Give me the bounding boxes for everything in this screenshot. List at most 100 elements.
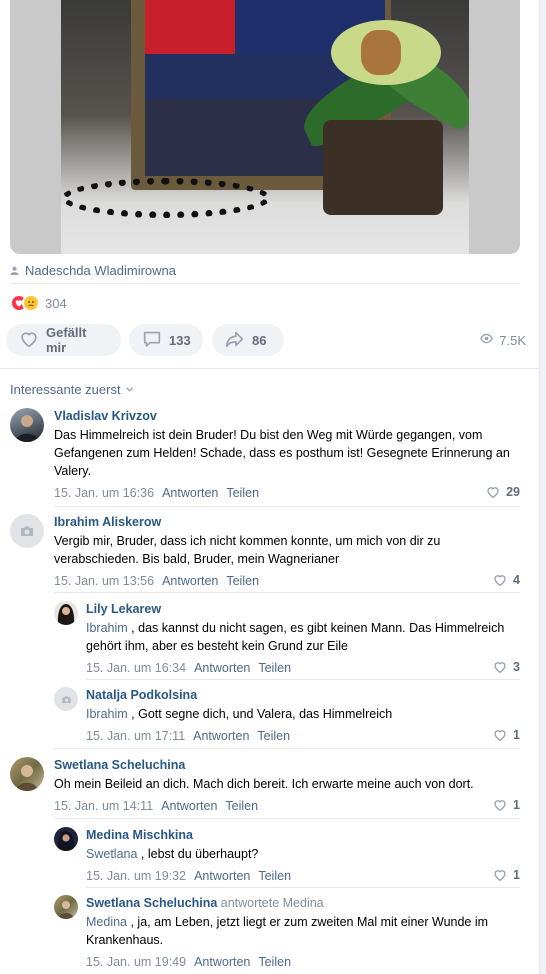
reactions-summary[interactable]: 304 [10, 294, 67, 312]
reply-button[interactable]: Antworten [193, 729, 249, 743]
like-button[interactable]: Gefällt mir [6, 324, 121, 356]
comment-icon [141, 328, 163, 353]
mention-link[interactable]: Swetlana [86, 847, 137, 861]
comment: Swetlana Scheluchina Oh mein Beileid an … [10, 757, 520, 813]
comment-date[interactable]: 15. Jan. um 16:34 [86, 661, 186, 675]
post-page: Nadeschda Wladimirowna 304 Gefällt mir 1… [0, 0, 540, 974]
comment-likes-count: 3 [513, 660, 520, 674]
camera-icon [61, 695, 71, 703]
reply-button[interactable]: Antworten [161, 799, 217, 813]
comment-text-body: , Gott segne dich, und Valera, das Himme… [131, 707, 393, 721]
camera-icon [21, 526, 33, 536]
post-author[interactable]: Nadeschda Wladimirowna [10, 262, 176, 278]
heart-icon [494, 662, 506, 674]
scrollbar[interactable] [540, 0, 546, 974]
views-count: 7.5K [499, 332, 526, 348]
comment-likes-count: 1 [513, 868, 520, 882]
heart-icon [18, 328, 40, 353]
replied-to-label[interactable]: antwortete Medina [221, 896, 324, 910]
divider [10, 283, 520, 284]
comment-like-button[interactable]: 4 [492, 572, 520, 588]
avatar[interactable] [54, 895, 78, 919]
comment-likes-count: 1 [513, 728, 520, 742]
comment-reply: Swetlana Scheluchina antwortete Medina M… [54, 895, 520, 969]
avatar[interactable] [10, 757, 44, 791]
comment-text-body: , ja, am Leben, jetzt liegt er zum zweit… [86, 915, 489, 947]
reply-button[interactable]: Antworten [162, 574, 218, 588]
photo-vase [323, 120, 443, 215]
comment-like-button[interactable]: 1 [492, 727, 520, 743]
share-comment-button[interactable]: Teilen [226, 574, 259, 588]
avatar[interactable] [54, 601, 78, 625]
comment-date[interactable]: 15. Jan. um 14:11 [54, 799, 153, 813]
reply-button[interactable]: Antworten [194, 661, 250, 675]
comment-date[interactable]: 15. Jan. um 17:11 [86, 729, 185, 743]
divider [54, 592, 520, 593]
comment-date[interactable]: 15. Jan. um 19:49 [86, 955, 186, 969]
reply-button[interactable]: Antworten [194, 955, 250, 969]
comment-text: Vergib mir, Bruder, dass ich nicht komme… [54, 534, 441, 566]
eye-icon [480, 332, 494, 348]
comments-button[interactable]: 133 [129, 324, 203, 356]
comment-text: Ibrahim , Gott segne dich, und Valera, d… [86, 705, 520, 723]
comment-author[interactable]: Swetlana Scheluchina [54, 757, 520, 773]
views-counter: 7.5K [480, 332, 526, 348]
comment-like-button[interactable]: 29 [485, 484, 520, 500]
heart-icon [494, 800, 506, 812]
comment-likes-count: 4 [513, 573, 520, 587]
photo-content [61, 0, 469, 254]
post-actions: Gefällt mir 133 86 7.5K [6, 324, 526, 356]
comment-author: Swetlana Scheluchina antwortete Medina [86, 895, 520, 911]
comment-reply: Lily Lekarew Ibrahim , das kannst du nic… [54, 601, 520, 675]
comment-text: Das Himmelreich ist dein Bruder! Du bist… [54, 428, 510, 478]
comment-like-button[interactable]: 1 [492, 867, 520, 883]
share-comment-button[interactable]: Teilen [226, 486, 259, 500]
comments-sort-dropdown[interactable]: Interessante zuerst [10, 382, 134, 397]
share-comment-button[interactable]: Teilen [258, 661, 291, 675]
comment-author[interactable]: Lily Lekarew [86, 601, 520, 617]
shares-count: 86 [252, 332, 267, 348]
reply-button[interactable]: Antworten [162, 486, 218, 500]
comment-like-button[interactable]: 3 [492, 659, 520, 675]
divider [54, 748, 520, 749]
mention-link[interactable]: Medina [86, 915, 127, 929]
avatar[interactable] [54, 687, 78, 711]
share-comment-button[interactable]: Teilen [258, 869, 291, 883]
avatar[interactable] [10, 514, 44, 548]
divider [86, 679, 520, 680]
share-comment-button[interactable]: Teilen [257, 729, 290, 743]
comment-author-name[interactable]: Swetlana Scheluchina [86, 896, 217, 910]
comment-text: Oh mein Beileid an dich. Mach dich berei… [54, 777, 474, 791]
sort-label: Interessante zuerst [10, 382, 121, 397]
reply-button[interactable]: Antworten [194, 869, 250, 883]
heart-icon [494, 870, 506, 882]
chevron-down-icon [125, 382, 134, 397]
comment-likes-count: 1 [513, 798, 520, 812]
post-photo[interactable] [10, 0, 520, 254]
comment-reply: Natalja Podkolsina Ibrahim , Gott segne … [54, 687, 520, 743]
mention-link[interactable]: Ibrahim [86, 621, 128, 635]
heart-icon [487, 487, 499, 499]
comment-author[interactable]: Vladislav Krivzov [54, 408, 520, 424]
share-comment-button[interactable]: Teilen [258, 955, 291, 969]
mention-link[interactable]: Ibrahim [86, 707, 128, 721]
avatar[interactable] [54, 827, 78, 851]
share-comment-button[interactable]: Teilen [225, 799, 258, 813]
comment-text: Ibrahim , das kannst du nicht sagen, es … [86, 619, 520, 655]
comment-author[interactable]: Natalja Podkolsina [86, 687, 520, 703]
comment-author[interactable]: Ibrahim Aliskerow [54, 514, 520, 530]
divider [0, 368, 540, 369]
comment-like-button[interactable]: 1 [492, 797, 520, 813]
comment-date[interactable]: 15. Jan. um 16:36 [54, 486, 154, 500]
comment-reply: Medina Mischkina Swetlana , lebst du übe… [54, 827, 520, 883]
comment-date[interactable]: 15. Jan. um 13:56 [54, 574, 154, 588]
post-author-name[interactable]: Nadeschda Wladimirowna [25, 263, 176, 278]
comment-date[interactable]: 15. Jan. um 19:32 [86, 869, 186, 883]
heart-icon [494, 575, 506, 587]
comment-author[interactable]: Medina Mischkina [86, 827, 520, 843]
user-icon [10, 263, 19, 278]
share-button[interactable]: 86 [212, 324, 284, 356]
avatar[interactable] [10, 408, 44, 442]
divider [54, 506, 520, 507]
sad-reaction-icon [22, 294, 40, 312]
